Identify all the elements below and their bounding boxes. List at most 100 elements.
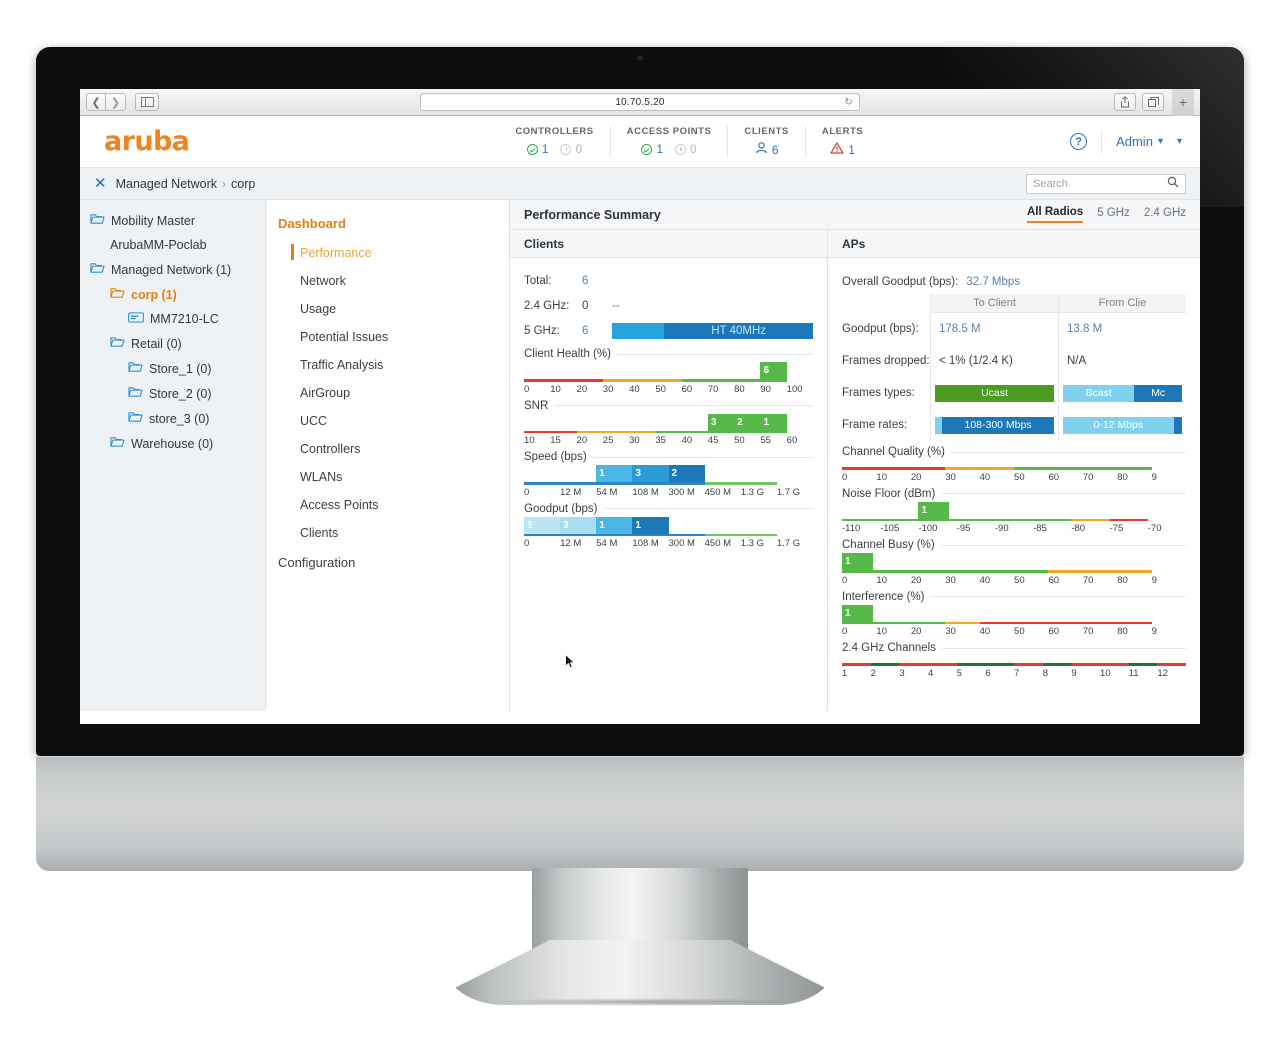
url-bar[interactable]: 10.70.5.20 ↻ [420,93,860,111]
tree-item-mobility-master[interactable]: Mobility Master [80,208,265,233]
axis-tick-label: 0 [842,574,848,586]
aps-frame-rates-to-client: 108-300 Mbps [931,409,1058,441]
aps-value-columns: To Client 178.5 M < 1% (1/2.4 K) Ucast 1… [930,294,1186,441]
device-icon [128,312,144,326]
search-icon[interactable] [1167,176,1179,191]
clients-total-value: 6 [582,274,589,287]
ht-bar-segment-main: HT 40MHz [664,322,813,339]
webcam-icon [637,55,643,61]
reload-icon[interactable]: ↻ [844,97,853,108]
stat-clients[interactable]: CLIENTS 6 [728,126,806,157]
stat-title: CONTROLLERS [515,126,594,137]
radio-tab-2-4-ghz[interactable]: 2.4 GHz [1144,207,1186,222]
stat-controllers[interactable]: CONTROLLERS 1 0 [499,126,611,157]
breadcrumb-current[interactable]: corp [231,177,255,191]
admin-menu[interactable]: Admin ▾ [1116,134,1163,149]
axis-zone [1042,663,1072,666]
nav-item-controllers[interactable]: Controllers [266,435,509,463]
nav-item-traffic-analysis[interactable]: Traffic Analysis [266,351,509,379]
tree-item-store-2-0[interactable]: Store_2 (0) [80,381,265,406]
header-divider [1101,129,1103,154]
clients-24ghz-empty: -- [612,299,620,312]
axis-zone [524,482,705,485]
stat-title: ALERTS [821,126,864,137]
nav-item-usage[interactable]: Usage [266,295,509,323]
folder-icon [128,361,143,376]
nav-item-performance[interactable]: Performance [266,239,509,267]
stat-alerts[interactable]: ALERTS 1 [806,126,879,157]
title-rule [940,544,1186,546]
axis-tick-label: 30 [629,435,640,446]
tree-item-arubamm-poclab[interactable]: ArubaMM-Poclab [80,233,265,257]
tree-item-warehouse-0[interactable]: Warehouse (0) [80,431,265,456]
title-rule [930,596,1186,597]
axis-zone [704,482,777,485]
tree-item-retail-0[interactable]: Retail (0) [80,331,265,356]
back-button[interactable]: ❮ [86,93,106,111]
nav-item-potential-issues[interactable]: Potential Issues [266,323,509,351]
chart-bar-segment: 1 [918,501,949,519]
nav-configuration[interactable]: Configuration [266,547,509,578]
axis-zone [1109,518,1148,521]
tree-item-label: Retail (0) [131,336,182,351]
axis-zone [602,379,682,382]
stat-access-points[interactable]: ACCESS POINTS 1 0 [611,126,729,157]
tree-item-mm7210-lc[interactable]: MM7210-LC [80,307,265,331]
more-menu[interactable]: ▾ [1177,136,1182,147]
stack-segment: Ucast [935,384,1054,402]
radio-tab-all-radios[interactable]: All Radios [1026,206,1084,223]
tree-item-label: Store_1 (0) [149,361,212,376]
tree-item-label: store_3 (0) [149,411,210,426]
chart-axis [842,467,1186,470]
axis-tick-label: 80 [1117,626,1128,637]
tree-item-corp-1[interactable]: corp (1) [80,282,265,307]
search-box[interactable] [1026,173,1186,194]
axis-tick-label: 45 [707,435,719,446]
axis-tick-label: 4 [928,667,934,679]
chart-title: SNR [524,399,549,412]
clients-5ghz-row: 5 GHz: 6 HT 40MHz [524,318,813,343]
monitor-bezel: ❮ ❯ 10.70.5.20 ↻ + aruba CONTROLLERS 1 0… [36,47,1244,756]
header-stats: CONTROLLERS 1 0 ACCESS POINTS 1 0 CLIENT… [499,126,879,157]
monitor-chin [36,756,1244,871]
clients-5ghz-label: 5 GHz: [524,324,560,337]
nav-item-airgroup[interactable]: AirGroup [266,379,509,407]
admin-label: Admin [1116,134,1153,149]
axis-tick-label: 40 [681,435,693,446]
axis-tick-label: 10 [1100,667,1111,679]
chart-title: Client Health (%) [524,348,611,360]
help-icon[interactable]: ? [1070,133,1088,150]
browser-toolbar-right: + [1114,89,1194,116]
title-rule [603,508,813,509]
tree-item-store-3-0[interactable]: store_3 (0) [80,406,265,431]
forward-button[interactable]: ❯ [106,93,126,111]
axis-tick-label: 8 [1042,667,1048,679]
header-actions: ? Admin ▾ ▾ [1070,129,1186,154]
axis-tick-label: 70 [1082,626,1094,637]
controllers-down: 0 [560,142,582,156]
close-icon[interactable]: ✕ [94,176,107,191]
breadcrumb-root[interactable]: Managed Network [116,177,217,191]
nav-item-clients[interactable]: Clients [266,519,509,547]
aps-col-from-client: From Clie 13.8 M N/A Bcast Mc 0-12 Mbps [1059,294,1186,441]
chart-bar-segment: 1 [760,413,787,431]
folder-icon [90,262,105,277]
search-input[interactable] [1033,177,1167,190]
stat-value-down: 0 [690,142,697,156]
axis-tick-label: 1.7 G [776,538,801,549]
nav-item-ucc[interactable]: UCC [266,407,509,435]
share-icon[interactable] [1114,93,1136,111]
nav-item-network[interactable]: Network [266,267,509,295]
nav-item-access-points[interactable]: Access Points [266,491,509,519]
browser-window: ❮ ❯ 10.70.5.20 ↻ + aruba CONTROLLERS 1 0… [80,89,1200,724]
tree-item-managed-network-1[interactable]: Managed Network (1) [80,257,265,282]
tab-overview-icon[interactable] [1142,93,1164,111]
axis-zone [524,533,705,536]
nav-item-wlans[interactable]: WLANs [266,463,509,491]
axis-tick-label: 80 [1117,574,1128,586]
new-tab-button[interactable]: + [1172,89,1194,116]
sidebar-toggle-icon[interactable] [135,93,159,111]
axis-tick-label: 60 [1048,471,1060,483]
radio-tab-5-ghz[interactable]: 5 GHz [1097,207,1130,222]
tree-item-store-1-0[interactable]: Store_1 (0) [80,356,265,381]
